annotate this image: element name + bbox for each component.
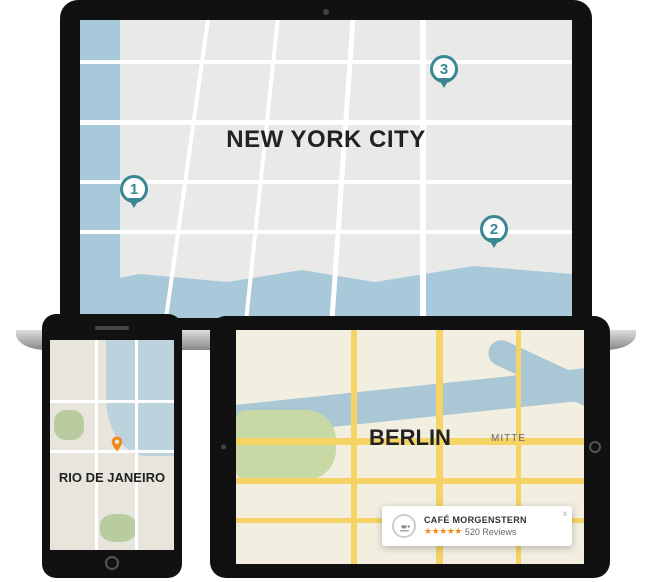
callout-title: CAFÉ MORGENSTERN [424, 515, 562, 525]
map-pin-icon[interactable] [108, 435, 126, 453]
review-count: 520 Reviews [465, 527, 517, 537]
map-park [236, 410, 336, 480]
map-park [100, 514, 136, 542]
callout-body: CAFÉ MORGENSTERN ★★★★★ 520 Reviews [424, 515, 562, 537]
home-button-icon[interactable] [589, 441, 601, 453]
callout-subline: ★★★★★ 520 Reviews [424, 526, 562, 537]
map-road [164, 20, 210, 318]
map-rio-de-janeiro[interactable]: RIO DE JANEIRO [50, 340, 174, 550]
map-pin-2[interactable]: 2 [480, 215, 508, 243]
map-pin-3[interactable]: 3 [430, 55, 458, 83]
map-road [236, 478, 584, 484]
city-title: BERLIN [369, 425, 451, 451]
map-road [80, 120, 572, 125]
camera-icon [221, 445, 226, 450]
phone-screen[interactable]: RIO DE JANEIRO [50, 340, 174, 550]
city-title: RIO DE JANEIRO [59, 470, 165, 485]
map-road [135, 340, 138, 550]
laptop-screen[interactable]: NEW YORK CITY 1 2 3 [80, 20, 572, 318]
city-title: NEW YORK CITY [226, 126, 425, 154]
map-road [80, 180, 572, 184]
map-road [50, 400, 174, 403]
map-pin-1[interactable]: 1 [120, 175, 148, 203]
stars-icon: ★★★★★ [424, 526, 462, 537]
map-road [244, 20, 279, 318]
map-water [80, 20, 120, 318]
map-new-york[interactable]: NEW YORK CITY 1 2 3 [80, 20, 572, 318]
pin-number: 1 [130, 181, 138, 198]
map-road [351, 330, 357, 564]
map-road [330, 20, 356, 318]
close-icon[interactable]: x [563, 509, 567, 518]
pin-number: 2 [490, 221, 498, 238]
camera-icon [323, 9, 329, 15]
tablet-device: BERLIN MITTE x CAFÉ MORGENSTERN ★★★★★ 52… [210, 316, 610, 578]
map-water [80, 238, 572, 318]
map-berlin[interactable]: BERLIN MITTE x CAFÉ MORGENSTERN ★★★★★ 52… [236, 330, 584, 564]
home-button-icon[interactable] [105, 556, 119, 570]
speaker-icon [95, 326, 129, 330]
laptop-bezel: NEW YORK CITY 1 2 3 [60, 0, 592, 330]
place-callout[interactable]: x CAFÉ MORGENSTERN ★★★★★ 520 Reviews [382, 506, 572, 546]
pin-number: 3 [440, 61, 448, 78]
laptop-device: NEW YORK CITY 1 2 3 [60, 0, 592, 350]
tablet-screen[interactable]: BERLIN MITTE x CAFÉ MORGENSTERN ★★★★★ 52… [236, 330, 584, 564]
cafe-icon [392, 514, 416, 538]
phone-device: RIO DE JANEIRO [42, 314, 182, 578]
map-park [54, 410, 84, 440]
map-road [95, 340, 98, 550]
district-label: MITTE [491, 433, 526, 444]
map-road [420, 20, 426, 318]
map-road [80, 60, 572, 64]
